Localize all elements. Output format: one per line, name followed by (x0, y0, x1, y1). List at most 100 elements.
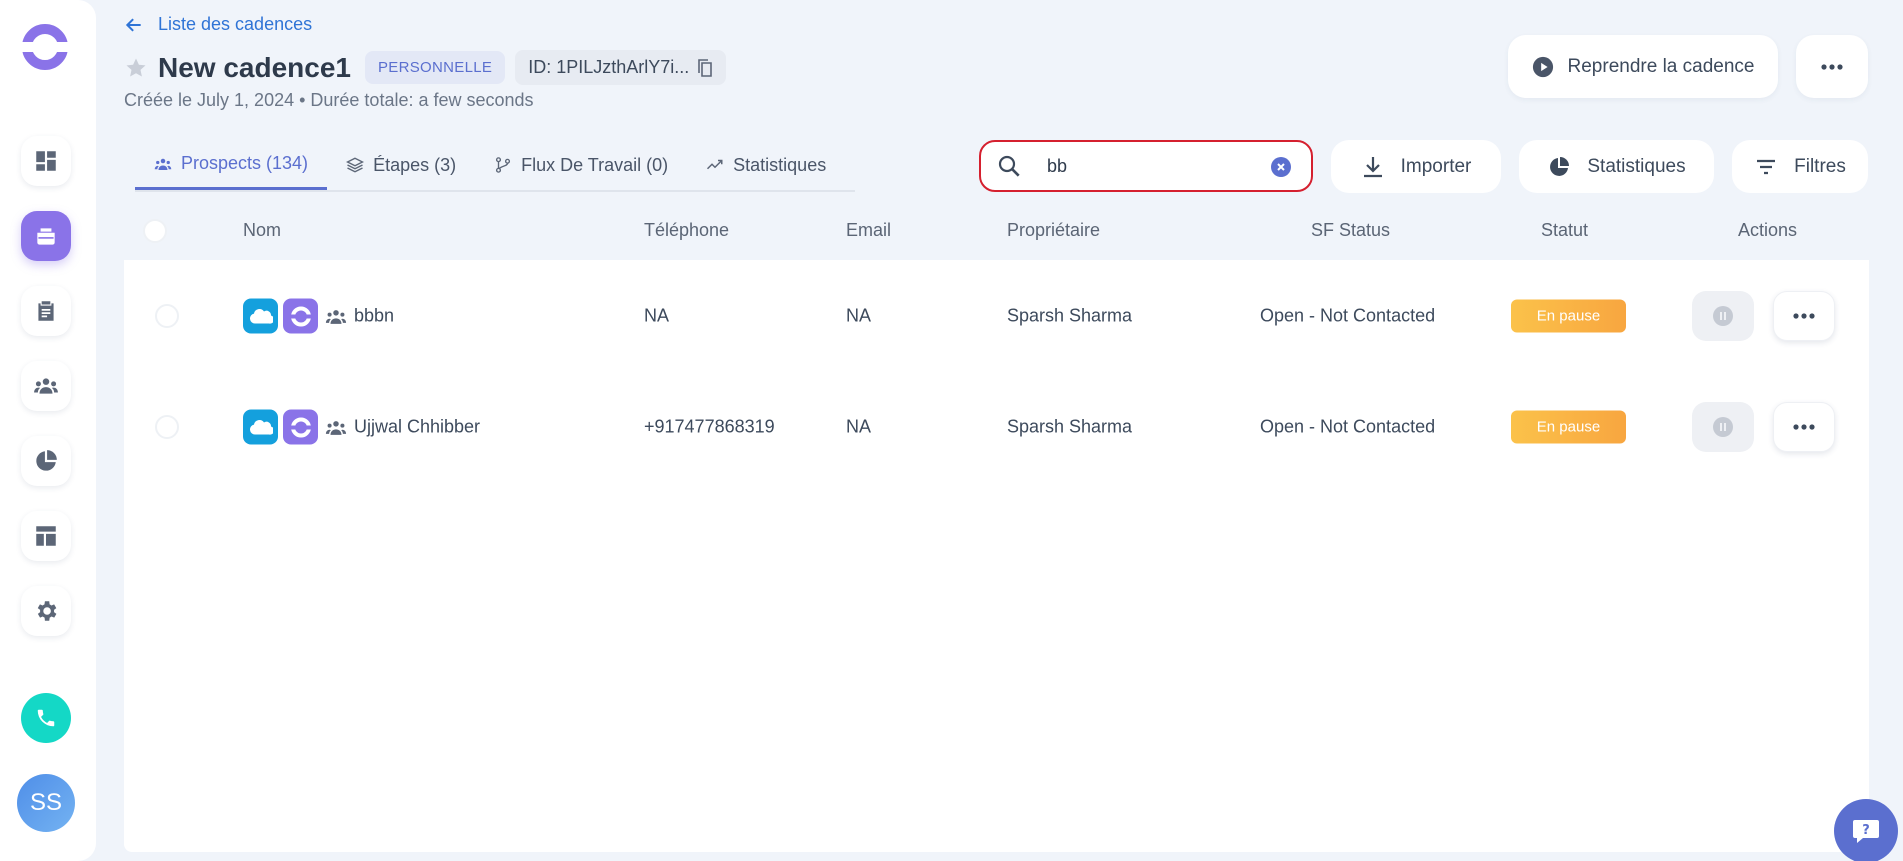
help-button[interactable]: ? (1834, 799, 1898, 861)
prospect-sf-status: Open - Not Contacted (1260, 416, 1436, 437)
status-badge: En pause (1511, 299, 1626, 333)
copy-icon[interactable] (697, 58, 713, 77)
phone-icon (37, 709, 55, 727)
prospect-sf-status: Open - Not Contacted (1260, 305, 1436, 326)
clear-search-icon[interactable] (1271, 157, 1291, 177)
people-nav-button[interactable] (21, 361, 71, 411)
call-button[interactable] (21, 693, 71, 743)
dashboard-icon (36, 151, 56, 171)
pause-icon (1713, 417, 1733, 437)
tasks-nav-button[interactable] (21, 286, 71, 336)
prospect-phone: NA (644, 305, 670, 326)
arrow-left-icon (125, 17, 141, 32)
ringover-icon (283, 409, 318, 445)
column-phone[interactable]: Téléphone (644, 220, 729, 241)
more-horizontal-icon (1821, 63, 1843, 70)
import-label: Importer (1400, 155, 1472, 177)
avatar-initials: SS (29, 789, 62, 816)
workflow-icon (496, 157, 511, 173)
row-checkbox[interactable] (155, 415, 179, 439)
more-horizontal-icon (1793, 313, 1815, 319)
column-status[interactable]: Statut (1541, 220, 1588, 241)
prospect-name[interactable]: bbbn (354, 306, 394, 327)
pause-icon (1713, 306, 1733, 326)
cadence-type-badge: PERSONNELLE (365, 51, 506, 84)
tab-steps[interactable]: Étapes (3) (327, 140, 475, 190)
back-link-label: Liste des cadences (158, 14, 313, 34)
help-icon: ? (1853, 820, 1879, 843)
table-row[interactable]: bbbn NA NA Sparsh Sharma Open - Not Cont… (124, 271, 1869, 361)
templates-nav-button[interactable] (21, 511, 71, 561)
star-icon[interactable] (124, 56, 148, 80)
dashboard-nav-button[interactable] (21, 136, 71, 186)
status-badge: En pause (1511, 410, 1626, 444)
cadence-id-label: ID: 1PILJzthArlY7i... (528, 57, 690, 77)
column-owner[interactable]: Propriétaire (1007, 220, 1100, 241)
prospect-email: NA (846, 416, 872, 437)
resume-cadence-label: Reprendre la cadence (1567, 55, 1755, 77)
pause-button[interactable] (1692, 402, 1754, 452)
table-row[interactable]: Ujjwal Chhibber +917477868319 NA Sparsh … (124, 382, 1869, 472)
resume-cadence-button[interactable]: Reprendre la cadence (1508, 35, 1778, 98)
prospect-owner: Sparsh Sharma (1007, 305, 1133, 326)
more-horizontal-icon (1793, 424, 1815, 430)
pie-chart-icon (36, 450, 57, 471)
salesforce-icon (243, 298, 278, 334)
statistics-button[interactable]: Statistiques (1519, 140, 1714, 193)
statistics-label: Statistiques (1587, 155, 1686, 177)
row-more-button[interactable] (1773, 402, 1835, 452)
tab-workflows[interactable]: Flux De Travail (0) (475, 140, 687, 190)
pause-button[interactable] (1692, 291, 1754, 341)
prospect-owner: Sparsh Sharma (1007, 416, 1133, 437)
pie-chart-icon (1550, 156, 1570, 176)
back-link[interactable]: Liste des cadences (124, 14, 312, 35)
gear-icon (37, 601, 57, 621)
contact-group-icon (325, 309, 347, 324)
reports-nav-button[interactable] (21, 436, 71, 486)
select-all-checkbox[interactable] (143, 219, 167, 243)
tabs: Prospects (134) Étapes (3) Flux De Trava… (135, 140, 855, 192)
column-name[interactable]: Nom (243, 220, 281, 241)
settings-nav-button[interactable] (21, 586, 71, 636)
app-logo[interactable] (20, 22, 70, 72)
filters-label: Filtres (1794, 155, 1846, 177)
prospect-phone: +917477868319 (644, 416, 775, 437)
tab-steps-label: Étapes (3) (373, 154, 457, 175)
cadences-icon (37, 228, 55, 245)
search-input[interactable] (1047, 155, 1267, 177)
layers-icon (346, 157, 365, 173)
import-button[interactable]: Importer (1331, 140, 1501, 193)
tab-workflows-label: Flux De Travail (0) (521, 154, 669, 175)
more-options-button[interactable] (1796, 35, 1868, 98)
tab-statistics[interactable]: Statistiques (687, 140, 845, 190)
cadences-nav-button[interactable] (21, 211, 71, 261)
play-circle-icon (1532, 56, 1553, 77)
tab-prospects-label: Prospects (134) (181, 153, 309, 173)
prospect-name[interactable]: Ujjwal Chhibber (354, 417, 480, 438)
contact-group-icon (325, 420, 347, 435)
search-icon (998, 155, 1020, 177)
people-icon (34, 378, 58, 394)
prospects-table: bbbn NA NA Sparsh Sharma Open - Not Cont… (124, 260, 1869, 852)
avatar[interactable]: SS (17, 774, 75, 832)
download-icon (1363, 156, 1382, 177)
column-sf-status[interactable]: SF Status (1311, 220, 1390, 241)
layout-icon (36, 526, 56, 546)
column-email[interactable]: Email (846, 220, 891, 241)
svg-text:?: ? (1862, 823, 1870, 838)
tab-statistics-label: Statistiques (733, 154, 827, 175)
salesforce-icon (243, 409, 278, 445)
row-checkbox[interactable] (155, 304, 179, 328)
prospect-email: NA (846, 305, 872, 326)
table-header: Nom Téléphone Email Propriétaire SF Stat… (124, 205, 1869, 255)
row-more-button[interactable] (1773, 291, 1835, 341)
column-actions: Actions (1738, 220, 1798, 240)
cadence-subtitle: Créée le July 1, 2024 • Durée totale: a … (124, 90, 534, 110)
sidebar: SS (0, 0, 96, 861)
ringover-icon (283, 298, 318, 334)
page-title: New cadence1 (158, 51, 351, 83)
search-field[interactable] (979, 140, 1313, 192)
cadence-id[interactable]: ID: 1PILJzthArlY7i... (515, 50, 727, 85)
tab-prospects[interactable]: Prospects (134) (135, 140, 328, 190)
filters-button[interactable]: Filtres (1732, 140, 1868, 193)
